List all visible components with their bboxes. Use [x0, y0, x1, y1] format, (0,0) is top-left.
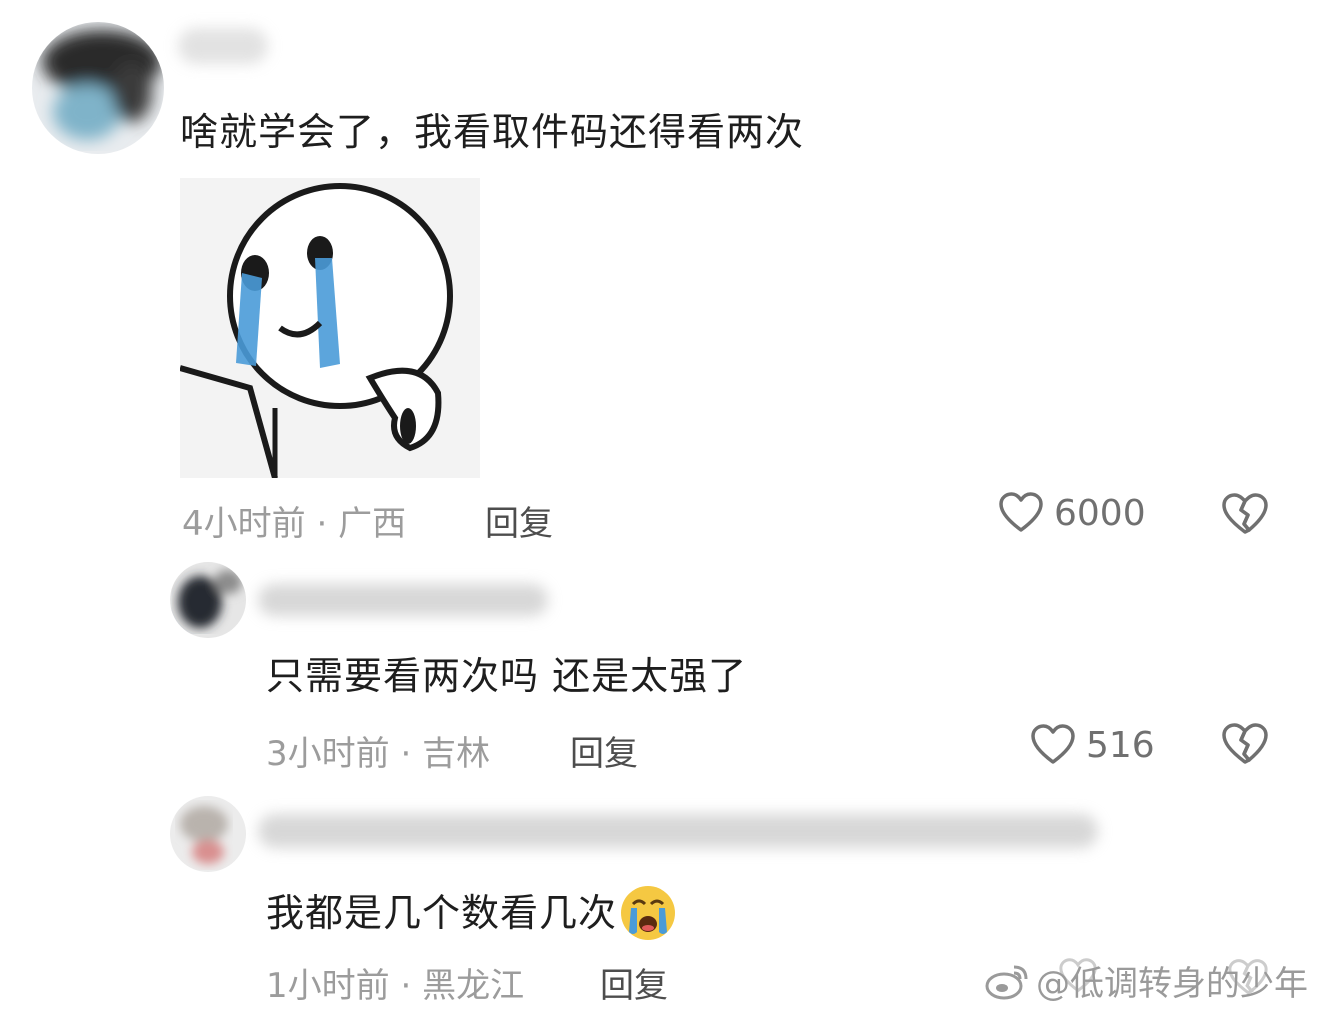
- comment-text: 我都是几个数看几次: [266, 884, 677, 942]
- username[interactable]: [178, 28, 268, 64]
- broken-heart-icon: [1222, 723, 1268, 764]
- like-button[interactable]: 6000: [998, 492, 1146, 534]
- crying-stickman-sticker: [179, 178, 480, 479]
- broken-heart-icon: [1222, 493, 1268, 534]
- sticker-image[interactable]: [179, 178, 480, 479]
- avatar[interactable]: [32, 22, 164, 154]
- meta-separator: ·: [316, 504, 328, 544]
- reply-button[interactable]: 回复: [600, 958, 668, 1007]
- comment-meta: 4小时前 · 广西: [182, 496, 406, 545]
- dislike-button[interactable]: [1220, 722, 1270, 770]
- reply-button[interactable]: 回复: [570, 726, 638, 775]
- username[interactable]: [258, 814, 1098, 848]
- like-count: 6000: [1054, 492, 1146, 534]
- weibo-logo-icon: [985, 965, 1028, 999]
- avatar[interactable]: [170, 796, 246, 872]
- watermark: @低调转身的少年: [984, 956, 1308, 1005]
- comment-text-body: 我都是几个数看几次: [266, 891, 618, 935]
- meta-separator: ·: [400, 966, 412, 1006]
- comment-meta: 3小时前 · 吉林: [266, 726, 490, 775]
- reply-button[interactable]: 回复: [485, 496, 553, 545]
- heart-icon: [999, 492, 1043, 532]
- avatar[interactable]: [170, 562, 246, 638]
- location: 吉林: [422, 734, 491, 774]
- username[interactable]: [258, 584, 548, 616]
- comment-text: 啥就学会了，我看取件码还得看两次: [180, 110, 805, 154]
- crying-emoji-icon: [619, 884, 677, 942]
- watermark-text: @低调转身的少年: [1036, 964, 1308, 1004]
- comment-text: 只需要看两次吗 还是太强了: [266, 654, 748, 698]
- dislike-button[interactable]: [1220, 492, 1270, 540]
- location: 黑龙江: [422, 966, 525, 1006]
- timestamp: 4小时前: [182, 504, 306, 544]
- heart-icon: [1031, 724, 1075, 764]
- meta-separator: ·: [400, 734, 412, 774]
- comment-meta: 1小时前 · 黑龙江: [266, 958, 524, 1007]
- like-button[interactable]: 516: [1030, 724, 1155, 766]
- timestamp: 1小时前: [266, 966, 390, 1006]
- location: 广西: [338, 504, 407, 544]
- timestamp: 3小时前: [266, 734, 390, 774]
- like-count: 516: [1086, 724, 1155, 766]
